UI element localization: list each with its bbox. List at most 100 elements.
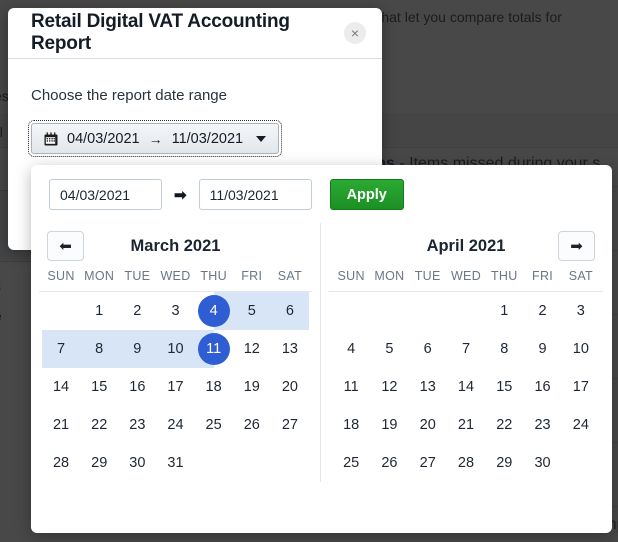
calendar-day-cell[interactable]: 13	[409, 368, 447, 406]
calendar-day-number: 27	[412, 447, 444, 479]
calendar-day-number: 6	[412, 333, 444, 365]
calendar-day-cell[interactable]: 3	[562, 292, 600, 330]
calendar-day-cell[interactable]: 11	[332, 368, 370, 406]
calendar-day-cell[interactable]: 16	[523, 368, 561, 406]
calendar-day-number: 9	[121, 333, 153, 365]
calendar-day-number: 16	[527, 371, 559, 403]
calendar-day-cell[interactable]: 21	[42, 406, 80, 444]
calendar-day-cell[interactable]: 26	[233, 406, 271, 444]
calendar-day-cell[interactable]: 1	[485, 292, 523, 330]
calendar-day-cell[interactable]: 6	[409, 330, 447, 368]
calendar-day-cell[interactable]: 22	[485, 406, 523, 444]
calendar-day-number: 1	[83, 295, 115, 327]
calendar-day-cell[interactable]: 27	[271, 406, 309, 444]
calendar-day-cell[interactable]: 15	[485, 368, 523, 406]
calendar-day-cell[interactable]: 23	[523, 406, 561, 444]
page-title: Retail Digital VAT Accounting Report	[31, 11, 344, 55]
calendar-day-number: 13	[412, 371, 444, 403]
calendar-day-cell[interactable]: 30	[118, 444, 156, 482]
calendar-day-cell[interactable]: 5	[370, 330, 408, 368]
calendar-day-cell[interactable]: 18	[195, 368, 233, 406]
calendar-day-cell[interactable]: 26	[370, 444, 408, 482]
end-date-input[interactable]	[199, 179, 312, 210]
calendar-day-cell[interactable]: 29	[80, 444, 118, 482]
apply-button[interactable]: Apply	[330, 179, 404, 210]
calendar-day-cell[interactable]: 31	[156, 444, 194, 482]
calendar-day-cell[interactable]: 10	[156, 330, 194, 368]
calendar-day-cell[interactable]: 2	[523, 292, 561, 330]
calendar-day-number: 3	[565, 295, 597, 327]
weekday-header: MON	[80, 269, 118, 283]
calendar-day-number: 11	[335, 371, 367, 403]
calendar-day-cell[interactable]: 20	[271, 368, 309, 406]
calendar-day-number: 13	[274, 333, 306, 365]
calendar-day-cell[interactable]: 14	[42, 368, 80, 406]
daterangepicker-inputs: ➡ Apply	[31, 165, 612, 223]
calendar-day-cell[interactable]: 8	[80, 330, 118, 368]
calendar-day-cell[interactable]: 18	[332, 406, 370, 444]
calendar-day-number: 27	[274, 409, 306, 441]
calendar-day-cell[interactable]: 13	[271, 330, 309, 368]
calendar-day-cell[interactable]: 15	[80, 368, 118, 406]
arrow-right-icon: →	[149, 131, 163, 147]
calendar-day-cell[interactable]: 21	[447, 406, 485, 444]
calendar-day-cell[interactable]: 24	[562, 406, 600, 444]
calendar-day-number: 29	[83, 447, 115, 479]
calendar-day-cell[interactable]: 20	[409, 406, 447, 444]
start-date-input[interactable]	[49, 179, 162, 210]
calendar-day-cell[interactable]: 7	[42, 330, 80, 368]
weekday-header: WED	[447, 269, 485, 283]
calendar-right: April 2021 ➡ SUNMONTUEWEDTHUFRISAT 12345…	[321, 223, 611, 482]
arrow-right-icon: ➡	[174, 186, 187, 204]
calendar-left: ⬅ March 2021 SUNMONTUEWEDTHUFRISAT 12345…	[31, 223, 321, 482]
calendar-day-cell[interactable]: 28	[447, 444, 485, 482]
calendar-day-cell[interactable]: 22	[80, 406, 118, 444]
calendar-day-cell[interactable]: 3	[156, 292, 194, 330]
calendar-day-cell[interactable]: 30	[523, 444, 561, 482]
calendar-day-cell[interactable]: 5	[233, 292, 271, 330]
calendar-left-weekdays: SUNMONTUEWEDTHUFRISAT	[39, 269, 312, 292]
calendar-day-cell[interactable]: 4	[332, 330, 370, 368]
calendar-day-cell[interactable]: 16	[118, 368, 156, 406]
date-range-trigger-button[interactable]: 04/03/2021 → 11/03/2021	[31, 123, 279, 154]
calendar-day-cell[interactable]: 7	[447, 330, 485, 368]
calendar-day-cell[interactable]: 28	[42, 444, 80, 482]
calendar-day-cell[interactable]: 4	[195, 292, 233, 330]
calendar-day-number: 18	[198, 371, 230, 403]
calendar-day-cell[interactable]: 14	[447, 368, 485, 406]
calendar-day-cell[interactable]: 27	[409, 444, 447, 482]
calendar-day-number: 18	[335, 409, 367, 441]
weekday-header: FRI	[233, 269, 271, 283]
calendar-day-number: 24	[159, 409, 191, 441]
calendar-day-cell[interactable]: 19	[233, 368, 271, 406]
calendar-day-number: 3	[159, 295, 191, 327]
calendar-left-spacer	[267, 231, 304, 261]
calendar-day-cell[interactable]: 25	[332, 444, 370, 482]
calendar-day-cell[interactable]: 12	[370, 368, 408, 406]
calendar-day-cell[interactable]: 2	[118, 292, 156, 330]
calendar-day-cell[interactable]: 17	[156, 368, 194, 406]
arrow-left-icon[interactable]: ⬅	[47, 231, 84, 261]
calendar-day-cell[interactable]: 19	[370, 406, 408, 444]
calendar-day-cell[interactable]: 1	[80, 292, 118, 330]
calendar-left-month-label: March 2021	[84, 237, 267, 256]
calendar-day-cell[interactable]: 17	[562, 368, 600, 406]
calendar-day-cell[interactable]: 9	[118, 330, 156, 368]
calendar-day-cell[interactable]: 11	[195, 330, 233, 368]
calendar-day-cell[interactable]: 24	[156, 406, 194, 444]
modal-header: Retail Digital VAT Accounting Report ×	[8, 8, 382, 59]
close-icon[interactable]: ×	[344, 22, 366, 44]
calendar-day-number: 28	[450, 447, 482, 479]
calendar-day-cell[interactable]: 10	[562, 330, 600, 368]
calendar-day-cell[interactable]: 23	[118, 406, 156, 444]
calendar-day-number: 10	[159, 333, 191, 365]
calendar-day-cell[interactable]: 25	[195, 406, 233, 444]
arrow-right-icon[interactable]: ➡	[558, 231, 595, 261]
calendar-day-cell[interactable]: 6	[271, 292, 309, 330]
weekday-header: SAT	[562, 269, 600, 283]
calendar-day-cell[interactable]: 29	[485, 444, 523, 482]
calendar-day-cell[interactable]: 9	[523, 330, 561, 368]
calendar-day-number: 9	[527, 333, 559, 365]
calendar-day-cell[interactable]: 8	[485, 330, 523, 368]
calendar-day-cell[interactable]: 12	[233, 330, 271, 368]
